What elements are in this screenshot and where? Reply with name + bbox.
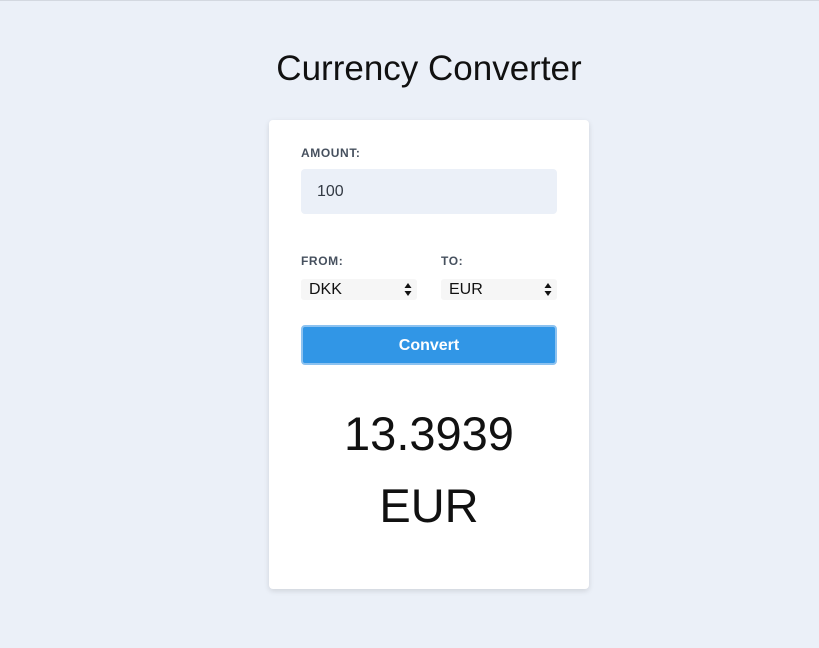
from-currency-value: DKK <box>309 281 342 298</box>
up-down-arrows-icon <box>544 283 552 296</box>
page-title: Currency Converter <box>276 49 582 88</box>
amount-label: AMOUNT: <box>301 146 361 160</box>
conversion-result: 13.3939 EUR <box>269 398 589 542</box>
converter-card: AMOUNT: FROM: DKK TO: EUR Convert 13.393… <box>269 120 589 589</box>
top-border <box>0 0 819 1</box>
to-label: TO: <box>441 254 464 268</box>
from-label: FROM: <box>301 254 344 268</box>
from-currency-select[interactable]: DKK <box>301 279 417 300</box>
up-down-arrows-icon <box>404 283 412 296</box>
to-currency-select[interactable]: EUR <box>441 279 557 300</box>
amount-input[interactable] <box>301 169 557 214</box>
convert-button[interactable]: Convert <box>301 325 557 365</box>
to-currency-value: EUR <box>449 281 483 298</box>
result-currency: EUR <box>379 479 479 532</box>
result-value: 13.3939 <box>344 407 514 460</box>
